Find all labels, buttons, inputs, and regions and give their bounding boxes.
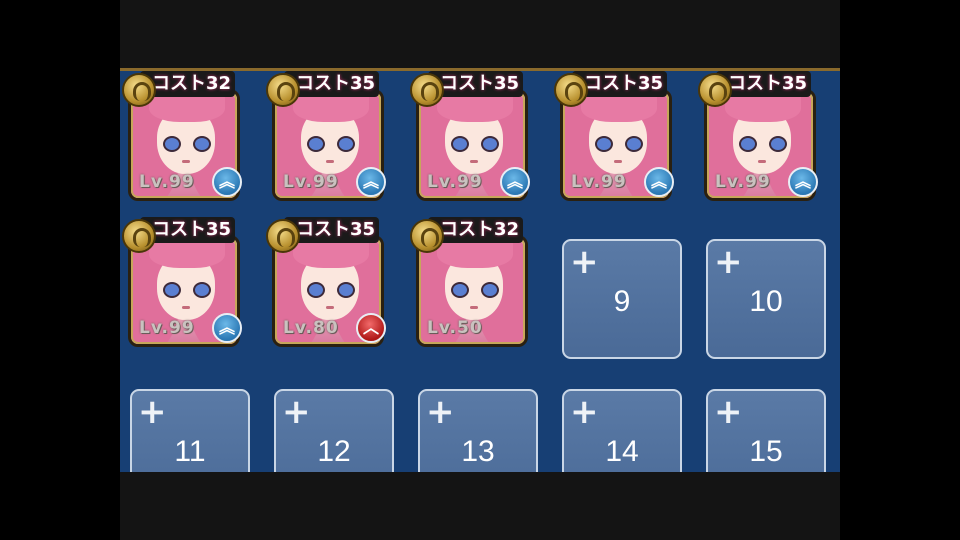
cost-coin-icon bbox=[410, 73, 444, 107]
cost-coin-icon bbox=[698, 73, 732, 107]
empty-slot-9[interactable]: + 9 bbox=[552, 217, 682, 359]
level-label: Lv.99 bbox=[139, 172, 195, 192]
empty-slot-11[interactable]: + 11 bbox=[120, 367, 250, 475]
letterbox-bottom bbox=[120, 472, 840, 540]
empty-slot-14[interactable]: + 14 bbox=[552, 367, 682, 475]
character-slot-8[interactable]: Lv.50 コスト32 bbox=[408, 217, 532, 347]
character-slot-3[interactable]: Lv.99 コスト35 ︽ bbox=[408, 71, 532, 201]
empty-slot-button[interactable]: + 12 bbox=[274, 389, 394, 475]
empty-slot-button[interactable]: + 10 bbox=[706, 239, 826, 359]
empty-slot-15[interactable]: + 15 bbox=[696, 367, 826, 475]
plus-icon: + bbox=[138, 392, 167, 432]
chevron-up-icon: ︿ bbox=[356, 313, 386, 343]
empty-slot-button[interactable]: + 11 bbox=[130, 389, 250, 475]
empty-slot-13[interactable]: + 13 bbox=[408, 367, 538, 475]
character-slot-1[interactable]: Lv.99 コスト32 ︽ bbox=[120, 71, 244, 201]
slot-number: 13 bbox=[461, 435, 495, 468]
level-label: Lv.99 bbox=[283, 172, 339, 192]
cost-coin-icon bbox=[410, 219, 444, 253]
plus-icon: + bbox=[570, 242, 599, 282]
level-label: Lv.50 bbox=[427, 318, 483, 338]
cost-coin-icon bbox=[554, 73, 588, 107]
plus-icon: + bbox=[714, 392, 743, 432]
slot-number: 14 bbox=[605, 435, 639, 468]
team-slot-grid: Lv.99 コスト32 ︽ Lv.99 コスト35 ︽ Lv.99 コスト35 … bbox=[120, 68, 840, 475]
character-slot-5[interactable]: Lv.99 コスト35 ︽ bbox=[696, 71, 820, 201]
empty-slot-button[interactable]: + 14 bbox=[562, 389, 682, 475]
plus-icon: + bbox=[282, 392, 311, 432]
level-label: Lv.99 bbox=[715, 172, 771, 192]
plus-icon: + bbox=[426, 392, 455, 432]
cost-coin-icon bbox=[122, 219, 156, 253]
double-chevron-up-icon: ︽ bbox=[500, 167, 530, 197]
empty-slot-button[interactable]: + 9 bbox=[562, 239, 682, 359]
level-label: Lv.99 bbox=[571, 172, 627, 192]
double-chevron-up-icon: ︽ bbox=[356, 167, 386, 197]
double-chevron-up-icon: ︽ bbox=[644, 167, 674, 197]
slot-number: 11 bbox=[174, 435, 206, 468]
double-chevron-up-icon: ︽ bbox=[788, 167, 818, 197]
slot-number: 12 bbox=[317, 435, 351, 468]
letterbox-top bbox=[120, 0, 840, 68]
slot-number: 9 bbox=[613, 285, 631, 318]
level-label: Lv.99 bbox=[139, 318, 195, 338]
cost-coin-icon bbox=[266, 73, 300, 107]
empty-slot-10[interactable]: + 10 bbox=[696, 217, 826, 359]
character-slot-6[interactable]: Lv.99 コスト35 ︽ bbox=[120, 217, 244, 347]
double-chevron-up-icon: ︽ bbox=[212, 167, 242, 197]
level-label: Lv.99 bbox=[427, 172, 483, 192]
cost-coin-icon bbox=[122, 73, 156, 107]
slot-number: 10 bbox=[749, 285, 783, 318]
slot-number: 15 bbox=[749, 435, 783, 468]
character-slot-7[interactable]: Lv.80 コスト35 ︿ bbox=[264, 217, 388, 347]
plus-icon: + bbox=[714, 242, 743, 282]
cost-coin-icon bbox=[266, 219, 300, 253]
empty-slot-button[interactable]: + 13 bbox=[418, 389, 538, 475]
empty-slot-button[interactable]: + 15 bbox=[706, 389, 826, 475]
character-slot-4[interactable]: Lv.99 コスト35 ︽ bbox=[552, 71, 676, 201]
character-slot-2[interactable]: Lv.99 コスト35 ︽ bbox=[264, 71, 388, 201]
double-chevron-up-icon: ︽ bbox=[212, 313, 242, 343]
plus-icon: + bbox=[570, 392, 599, 432]
empty-slot-12[interactable]: + 12 bbox=[264, 367, 394, 475]
level-label: Lv.80 bbox=[283, 318, 339, 338]
